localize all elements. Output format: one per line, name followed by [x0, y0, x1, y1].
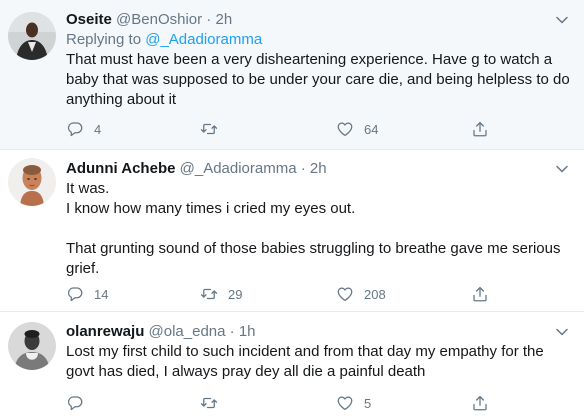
tweet-header: Oseite @BenOshior · 2h [66, 10, 572, 30]
like-button[interactable]: 208 [336, 284, 386, 304]
tweet-text-line: It was. [66, 180, 110, 197]
tweet-text: Lost my first child to such incident and… [66, 342, 572, 382]
tweet-time[interactable]: 2h [310, 160, 327, 177]
heart-icon [336, 120, 354, 138]
retweet-icon [200, 394, 218, 412]
reply-count: 4 [94, 121, 102, 137]
reply-count: 14 [94, 286, 109, 302]
like-count: 64 [364, 121, 379, 137]
like-count: 208 [364, 286, 386, 302]
retweet-icon [200, 120, 218, 138]
like-count: 5 [364, 395, 372, 411]
tweet-header: olanrewaju @ola_edna · 1h [66, 322, 572, 342]
share-icon [471, 394, 489, 412]
share-button[interactable] [471, 284, 489, 304]
tweet-actions: 5 [0, 393, 584, 413]
share-button[interactable] [471, 393, 489, 413]
author-handle[interactable]: @ola_edna [149, 323, 226, 340]
tweet-time[interactable]: 2h [215, 11, 232, 28]
chevron-down-icon[interactable] [552, 322, 572, 342]
separator: · [300, 160, 306, 177]
share-icon [471, 285, 489, 303]
paragraph-break [66, 219, 572, 239]
tweet-text-line: govt has died, I always pray dey all die… [66, 363, 426, 380]
tweet-text-line: I know how many times i cried my eyes ou… [66, 200, 356, 217]
author-handle[interactable]: @_Adadioramma [180, 160, 297, 177]
heart-icon [336, 285, 354, 303]
avatar[interactable] [8, 158, 56, 206]
like-button[interactable]: 64 [336, 119, 378, 139]
retweet-button[interactable] [200, 393, 228, 413]
tweet-text-line: grief. [66, 260, 100, 277]
tweet[interactable]: Adunni Achebe @_Adadioramma · 2h It was.… [0, 150, 584, 312]
reply-icon [66, 394, 84, 412]
reply-button[interactable]: 14 [66, 284, 108, 304]
replying-to-handle[interactable]: @_Adadioramma [145, 31, 262, 48]
retweet-icon [200, 285, 218, 303]
tweet[interactable]: olanrewaju @ola_edna · 1h Lost my first … [0, 312, 584, 417]
replying-to-label: Replying to [66, 31, 142, 48]
tweet-actions: 4 64 [0, 119, 584, 139]
tweet[interactable]: Oseite @BenOshior · 2h Replying to @_Ada… [0, 0, 584, 150]
author-name[interactable]: Adunni Achebe [66, 160, 175, 177]
tweet-text: It was. I know how many times i cried my… [66, 179, 572, 279]
tweet-text: That must have been a very disheartening… [66, 50, 572, 110]
reply-button[interactable] [66, 393, 94, 413]
share-icon [471, 120, 489, 138]
tweet-text-line: baby that was supposed to be under your … [66, 71, 570, 88]
like-button[interactable]: 5 [336, 393, 371, 413]
tweet-text-line: Lost my first child to such incident and… [66, 343, 544, 360]
retweet-button[interactable]: 29 [200, 284, 242, 304]
retweet-button[interactable] [200, 119, 228, 139]
share-button[interactable] [471, 119, 489, 139]
author-name[interactable]: olanrewaju [66, 323, 144, 340]
chevron-down-icon[interactable] [552, 159, 572, 179]
reply-icon [66, 120, 84, 138]
separator: · [229, 323, 235, 340]
chevron-down-icon[interactable] [552, 10, 572, 30]
tweet-text-line: That grunting sound of those babies stru… [66, 240, 561, 257]
tweet-text-line: That must have been a very disheartening… [66, 51, 553, 68]
tweet-header: Adunni Achebe @_Adadioramma · 2h [66, 159, 572, 179]
reply-button[interactable]: 4 [66, 119, 101, 139]
separator: · [206, 11, 212, 28]
author-handle[interactable]: @BenOshior [116, 11, 202, 28]
tweet-actions: 14 29 208 [0, 284, 584, 304]
avatar[interactable] [8, 12, 56, 60]
tweet-time[interactable]: 1h [239, 323, 256, 340]
reply-icon [66, 285, 84, 303]
avatar[interactable] [8, 322, 56, 370]
retweet-count: 29 [228, 286, 243, 302]
tweet-text-line: anything about it [66, 91, 177, 108]
author-name[interactable]: Oseite [66, 11, 112, 28]
replying-to: Replying to @_Adadioramma [66, 30, 572, 50]
heart-icon [336, 394, 354, 412]
